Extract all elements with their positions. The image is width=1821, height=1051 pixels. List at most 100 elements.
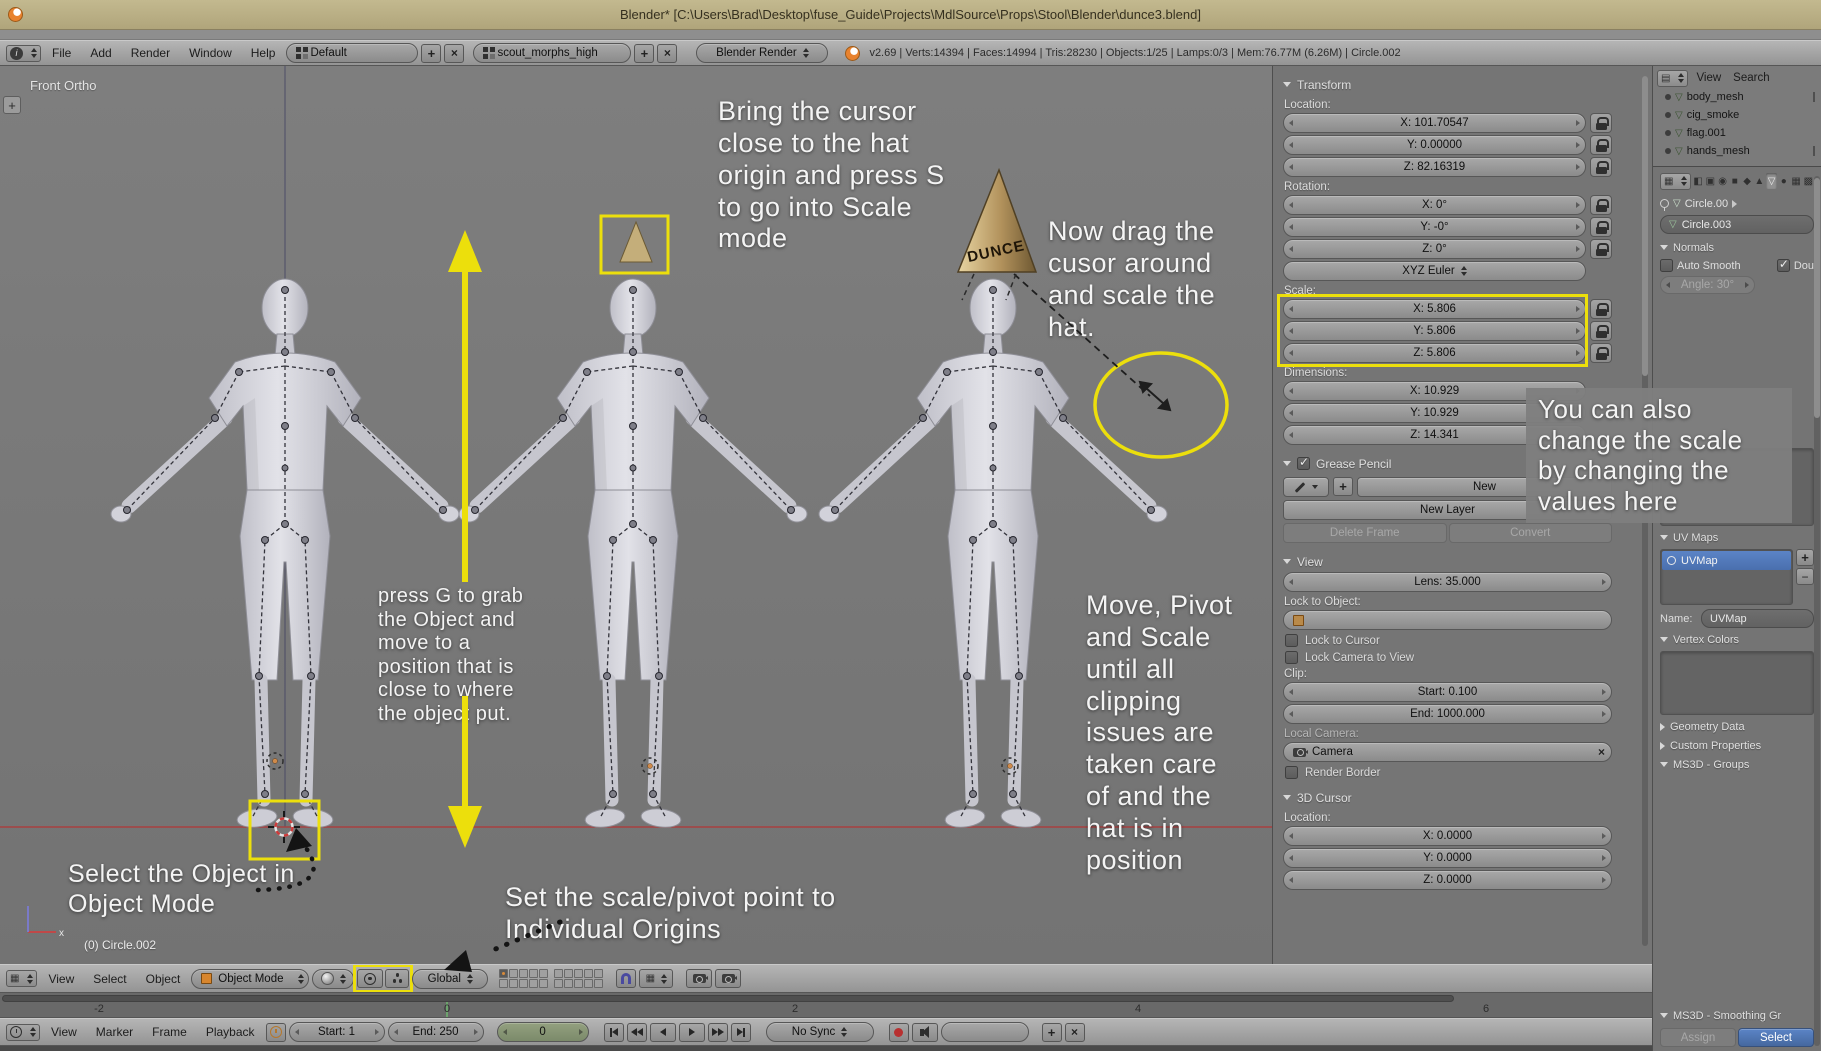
menu-select[interactable]: Select xyxy=(85,969,134,989)
tab-physics-icon[interactable]: ▩ xyxy=(1803,173,1814,189)
lock-icon[interactable] xyxy=(1590,321,1612,341)
opengl-render-button[interactable] xyxy=(686,969,713,988)
lock-icon[interactable] xyxy=(1590,157,1612,177)
panel-header-ms3d-groups[interactable]: MS3D - Groups xyxy=(1660,755,1814,774)
layer-cell[interactable] xyxy=(529,969,539,978)
toolbar-expand-tab[interactable]: + xyxy=(3,96,21,114)
layer-cell[interactable] xyxy=(499,979,509,988)
cursor-z-field[interactable]: Z: 0.0000 xyxy=(1283,870,1612,890)
panel-header-view[interactable]: View xyxy=(1283,551,1612,572)
layer-cell[interactable] xyxy=(539,969,549,978)
panel-header-geometry-data[interactable]: Geometry Data xyxy=(1660,717,1814,736)
screen-layout-selector[interactable]: Default xyxy=(286,43,419,63)
manipulate-center-points-toggle[interactable] xyxy=(385,969,410,988)
convert-button[interactable]: Convert xyxy=(1448,523,1612,543)
lock-icon[interactable] xyxy=(1590,217,1612,237)
editor-type-button[interactable] xyxy=(6,1023,40,1041)
prev-keyframe-button[interactable] xyxy=(626,1022,647,1042)
play-reverse-button[interactable] xyxy=(649,1022,676,1042)
vertex-colors-list[interactable] xyxy=(1660,651,1814,715)
select-button[interactable]: Select xyxy=(1738,1028,1814,1047)
uv-name-field[interactable]: UVMap xyxy=(1701,609,1814,628)
layer-cell[interactable] xyxy=(584,969,594,978)
jump-to-start-button[interactable] xyxy=(603,1022,624,1042)
close-icon[interactable] xyxy=(1598,745,1605,759)
menu-playback[interactable]: Playback xyxy=(198,1022,263,1042)
layer-cell[interactable] xyxy=(584,979,594,988)
add-layout-button[interactable] xyxy=(421,43,442,63)
outliner-item-hands-mesh[interactable]: ▽ hands_mesh xyxy=(1657,142,1817,160)
clip-end-field[interactable]: End: 1000.000 xyxy=(1283,704,1612,724)
layer-grid-1[interactable] xyxy=(499,969,549,988)
panel-header-3d-cursor[interactable]: 3D Cursor xyxy=(1283,787,1612,808)
restrict-icon[interactable] xyxy=(1813,146,1815,156)
snap-element-dropdown[interactable]: ▦ xyxy=(639,969,674,988)
scale-y-field[interactable]: Y: 5.806 xyxy=(1283,321,1586,341)
uv-maps-list[interactable]: UVMap xyxy=(1660,549,1793,605)
double-sided-checkbox[interactable] xyxy=(1776,257,1790,272)
outliner-item-flag-001[interactable]: ▽ flag.001 xyxy=(1657,124,1817,142)
rotation-y-field[interactable]: Y: -0° xyxy=(1283,217,1586,237)
uv-map-item-selected[interactable]: UVMap xyxy=(1662,551,1791,570)
delete-keyframe-button[interactable] xyxy=(1064,1022,1085,1042)
mute-audio-button[interactable] xyxy=(911,1022,938,1042)
location-y-field[interactable]: Y: 0.00000 xyxy=(1283,135,1586,155)
layer-cell[interactable] xyxy=(564,969,574,978)
remove-uv-map-button[interactable]: − xyxy=(1796,568,1814,585)
frame-end-field[interactable]: End: 250 xyxy=(387,1022,484,1042)
lock-icon[interactable] xyxy=(1590,113,1612,133)
menu-add[interactable]: Add xyxy=(82,43,119,63)
tab-modifiers-icon[interactable]: ▲ xyxy=(1754,173,1765,189)
scale-z-field[interactable]: Z: 5.806 xyxy=(1283,343,1586,363)
frame-start-field[interactable]: Start: 1 xyxy=(288,1022,385,1042)
menu-file[interactable]: File xyxy=(44,43,79,63)
layer-cell[interactable] xyxy=(499,969,509,978)
breadcrumb-object[interactable]: Circle.00 xyxy=(1685,198,1728,210)
layer-cell[interactable] xyxy=(519,979,529,988)
panel-header-uv-maps[interactable]: UV Maps xyxy=(1660,528,1814,547)
cursor-x-field[interactable]: X: 0.0000 xyxy=(1283,826,1612,846)
tab-object-icon[interactable]: ■ xyxy=(1729,173,1740,189)
opengl-render-anim-button[interactable] xyxy=(715,969,742,988)
grease-pencil-add-button[interactable] xyxy=(1333,477,1353,496)
lock-to-cursor-checkbox[interactable] xyxy=(1285,634,1298,647)
mesh-data-name-field[interactable]: ▽ Circle.003 xyxy=(1660,215,1814,234)
layer-cell[interactable] xyxy=(519,969,529,978)
snap-toggle-button[interactable] xyxy=(616,969,637,988)
outliner-item-body-mesh[interactable]: ▽ body_mesh xyxy=(1657,88,1817,106)
editor-type-button[interactable]: ▦ xyxy=(1660,172,1692,190)
menu-frame[interactable]: Frame xyxy=(144,1022,195,1042)
window-titlebar[interactable]: Blender* [C:\Users\Brad\Desktop\fuse_Gui… xyxy=(0,0,1821,30)
layer-cell[interactable] xyxy=(529,979,539,988)
menu-marker[interactable]: Marker xyxy=(88,1022,141,1042)
tab-scene-icon[interactable]: ▣ xyxy=(1705,173,1716,189)
outliner-item-cig-smoke[interactable]: ▽ cig_smoke xyxy=(1657,106,1817,124)
editor-type-button[interactable] xyxy=(6,44,41,62)
tab-object-data-icon[interactable]: ▽ xyxy=(1765,173,1778,189)
tab-render-icon[interactable]: ◧ xyxy=(1692,173,1703,189)
mode-dropdown[interactable]: Object Mode xyxy=(191,968,310,989)
clip-start-field[interactable]: Start: 0.100 xyxy=(1283,682,1612,702)
close-layout-button[interactable] xyxy=(444,43,465,63)
tab-material-icon[interactable]: ● xyxy=(1778,173,1789,189)
lock-icon[interactable] xyxy=(1590,135,1612,155)
grease-pencil-draw-button[interactable] xyxy=(1283,477,1329,497)
properties-scrollbar[interactable] xyxy=(1814,176,1820,1046)
rotation-x-field[interactable]: X: 0° xyxy=(1283,195,1586,215)
editor-type-button[interactable]: ▦ xyxy=(6,970,38,987)
angle-field[interactable]: Angle: 30° xyxy=(1660,276,1755,294)
current-frame-field[interactable]: 0 xyxy=(496,1022,589,1042)
tab-world-icon[interactable]: ◉ xyxy=(1717,173,1728,189)
layer-cell[interactable] xyxy=(574,969,584,978)
scale-x-field[interactable]: X: 5.806 xyxy=(1283,299,1586,319)
menu-object[interactable]: Object xyxy=(138,969,189,989)
insert-keyframe-button[interactable] xyxy=(1041,1022,1062,1042)
layer-cell[interactable] xyxy=(554,979,564,988)
menu-view[interactable]: View xyxy=(40,969,82,989)
pivot-point-dropdown[interactable] xyxy=(357,969,384,988)
outliner-view-menu[interactable]: View xyxy=(1692,70,1725,86)
menu-window[interactable]: Window xyxy=(181,43,240,63)
lock-camera-checkbox[interactable] xyxy=(1285,651,1298,664)
grease-pencil-checkbox[interactable] xyxy=(1297,455,1310,470)
add-scene-button[interactable] xyxy=(634,43,655,63)
